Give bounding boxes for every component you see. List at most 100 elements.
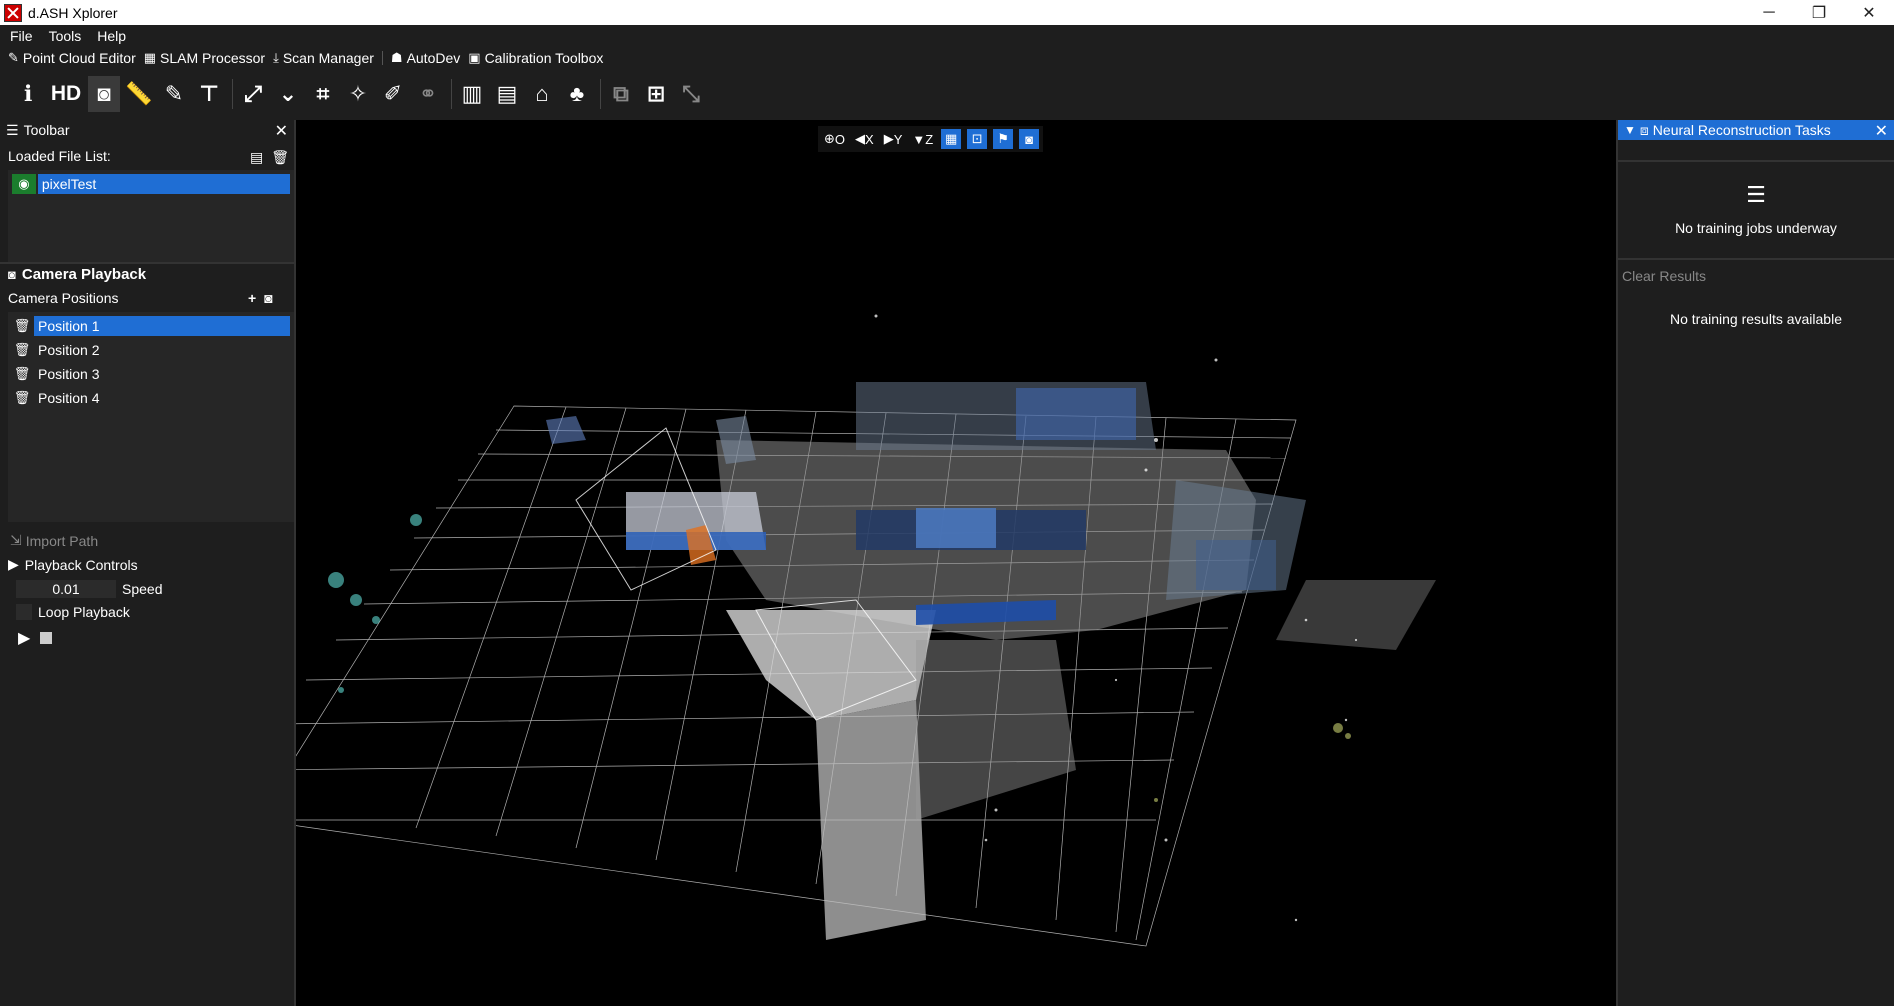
signpost-button[interactable]: ⊤ bbox=[193, 76, 225, 112]
caret-right-icon: ▶ bbox=[8, 556, 19, 572]
icon-toolbar: ℹ HD ◙ 📏 ✎ ⊤ ⤢ ⌄ ⌗ ✧ ✐ ⚭ ▥ ▤ ⌂ ♣ ⧉ ⊞ ⤡ bbox=[0, 68, 1894, 120]
flag-toggle-button[interactable]: ⚑ bbox=[993, 129, 1014, 149]
expand-icon: ⤢ bbox=[244, 81, 262, 106]
playback-controls-toggle[interactable]: ▶ Playback Controls bbox=[8, 556, 138, 573]
magic-wand-button[interactable]: ✧ bbox=[342, 76, 374, 112]
title-bar: d.ASH Xplorer ─ ❐ ✕ bbox=[0, 0, 1894, 25]
module-point-cloud-editor[interactable]: ✎ Point Cloud Editor bbox=[8, 50, 136, 66]
expand-button[interactable]: ⤢ bbox=[237, 76, 269, 112]
window-title: d.ASH Xplorer bbox=[28, 4, 118, 21]
menu-tools[interactable]: Tools bbox=[43, 28, 88, 44]
close-icon[interactable]: ✕ bbox=[1875, 121, 1888, 141]
trash-icon[interactable]: 🗑 bbox=[12, 318, 32, 334]
id-card-icon[interactable]: ▤ bbox=[250, 149, 263, 166]
module-scan-manager[interactable]: ⤓ Scan Manager bbox=[273, 50, 374, 66]
hd-button[interactable]: HD bbox=[47, 76, 85, 112]
camera-icon: ◙ bbox=[97, 81, 111, 106]
edit-icon: ✎ bbox=[8, 49, 19, 65]
view-x-button[interactable]: ◀ X bbox=[853, 129, 876, 149]
trash-icon[interactable]: 🗑 bbox=[12, 366, 32, 382]
restore-button[interactable]: ❐ bbox=[1794, 0, 1844, 25]
list-item[interactable]: 🗑 Position 4 bbox=[12, 388, 290, 408]
pencil-button[interactable]: ✎ bbox=[158, 76, 190, 112]
section-title: Camera Playback bbox=[21, 265, 147, 283]
toolbox-icon: ▣ bbox=[468, 49, 481, 65]
lock-toggle-button[interactable]: ⊡ bbox=[967, 129, 988, 149]
robot-icon: ☗ bbox=[390, 49, 403, 65]
grid-toggle-button[interactable]: ▦ bbox=[941, 129, 962, 149]
snapshot-button[interactable]: ◙ bbox=[1019, 129, 1040, 149]
module-calibration-toolbox[interactable]: ▣ Calibration Toolbox bbox=[468, 50, 603, 66]
minimize-button[interactable]: ─ bbox=[1744, 0, 1794, 25]
point-cloud-viewport[interactable]: ⊕ O ◀ X ▶ Y ▼ Z ▦ ⊡ ⚑ ◙ bbox=[296, 120, 1616, 1006]
clear-results-button[interactable]: Clear Results bbox=[1622, 268, 1706, 284]
frame-icon: ⧉ bbox=[613, 81, 629, 106]
menu-help[interactable]: Help bbox=[91, 28, 132, 44]
position-label[interactable]: Position 1 bbox=[34, 316, 290, 336]
chevrons-down-button[interactable]: ⌄ bbox=[272, 76, 304, 112]
handshake-button[interactable]: ⚭ bbox=[412, 76, 444, 112]
speed-input[interactable]: 0.01 bbox=[16, 580, 116, 598]
view-y-button[interactable]: ▶ Y bbox=[882, 129, 905, 149]
trash-icon[interactable]: 🗑 bbox=[271, 149, 289, 166]
panel-header: ▼ ⧈ Neural Reconstruction Tasks ✕ bbox=[1618, 120, 1894, 140]
panel-title: Toolbar bbox=[23, 122, 70, 138]
import-path-button[interactable]: ⇲ Import Path bbox=[10, 532, 98, 549]
tree-button[interactable]: ♣ bbox=[561, 76, 593, 112]
list-item[interactable]: 🗑 Position 3 bbox=[12, 364, 290, 384]
frame-button[interactable]: ⧉ bbox=[605, 76, 637, 112]
loop-checkbox[interactable] bbox=[16, 604, 32, 620]
house-button[interactable]: ⌂ bbox=[526, 76, 558, 112]
play-icon[interactable]: ▶ bbox=[18, 628, 30, 648]
server-icon: ☰ bbox=[1746, 182, 1766, 207]
list-item[interactable]: 🗑 Position 2 bbox=[12, 340, 290, 360]
hamburger-icon[interactable]: ☰ bbox=[6, 122, 19, 139]
position-label[interactable]: Position 2 bbox=[34, 340, 290, 360]
close-button[interactable]: ✕ bbox=[1844, 0, 1894, 25]
position-label[interactable]: Position 4 bbox=[34, 388, 290, 408]
map-button[interactable]: ▥ bbox=[456, 76, 488, 112]
panel-title: Neural Reconstruction Tasks bbox=[1652, 122, 1831, 138]
network-button[interactable]: ⊞ bbox=[640, 76, 672, 112]
module-label: Scan Manager bbox=[282, 49, 374, 66]
module-autodev[interactable]: ☗ AutoDev bbox=[391, 50, 460, 66]
brain-icon: ⧈ bbox=[1639, 121, 1649, 138]
divider bbox=[381, 50, 383, 65]
pencil-icon: ✎ bbox=[164, 81, 184, 106]
view-origin-button[interactable]: ⊕ O bbox=[822, 129, 847, 149]
trash-icon[interactable]: 🗑 bbox=[12, 390, 32, 406]
house-icon: ⌂ bbox=[535, 81, 549, 106]
camera-positions-label: Camera Positions bbox=[8, 290, 119, 306]
module-label: Calibration Toolbox bbox=[484, 49, 604, 66]
magic-wand-icon: ✧ bbox=[348, 81, 368, 106]
menu-bar: File Tools Help bbox=[0, 25, 1894, 47]
brush-button[interactable]: ✐ bbox=[377, 76, 409, 112]
position-label[interactable]: Position 3 bbox=[34, 364, 290, 384]
measure-button[interactable]: 📏 bbox=[123, 76, 155, 112]
camera-button[interactable]: ◙ bbox=[88, 76, 120, 112]
stop-icon[interactable] bbox=[40, 632, 53, 644]
grid-icon: ▦ bbox=[945, 131, 958, 146]
plus-icon[interactable]: + bbox=[248, 290, 256, 306]
trash-icon[interactable]: 🗑 bbox=[12, 342, 32, 358]
crop-button[interactable]: ⌗ bbox=[307, 76, 339, 112]
close-icon[interactable]: ✕ bbox=[275, 121, 288, 141]
view-z-button[interactable]: ▼ Z bbox=[910, 129, 935, 149]
info-button[interactable]: ℹ bbox=[12, 76, 44, 112]
menu-file[interactable]: File bbox=[4, 28, 39, 44]
camera-icon[interactable]: ◙ bbox=[264, 290, 272, 306]
caret-down-icon[interactable]: ▼ bbox=[1624, 123, 1636, 137]
compress-button[interactable]: ⤡ bbox=[675, 76, 707, 112]
download-icon: ⤓ bbox=[273, 49, 279, 65]
module-slam-processor[interactable]: ▦ SLAM Processor bbox=[144, 50, 265, 66]
building-button[interactable]: ▤ bbox=[491, 76, 523, 112]
panel-header: ☰ Toolbar ✕ bbox=[0, 120, 294, 141]
brush-icon: ✐ bbox=[383, 81, 403, 106]
no-jobs-text: No training jobs underway bbox=[1675, 220, 1837, 236]
chevrons-down-icon: ⌄ bbox=[278, 81, 298, 106]
list-item[interactable]: ◉ pixelTest bbox=[12, 174, 290, 194]
eye-icon[interactable]: ◉ bbox=[12, 174, 36, 194]
list-item[interactable]: 🗑 Position 1 bbox=[12, 316, 290, 336]
file-name[interactable]: pixelTest bbox=[37, 174, 290, 194]
right-panel: ▼ ⧈ Neural Reconstruction Tasks ✕ ☰ No t… bbox=[1616, 120, 1894, 1006]
